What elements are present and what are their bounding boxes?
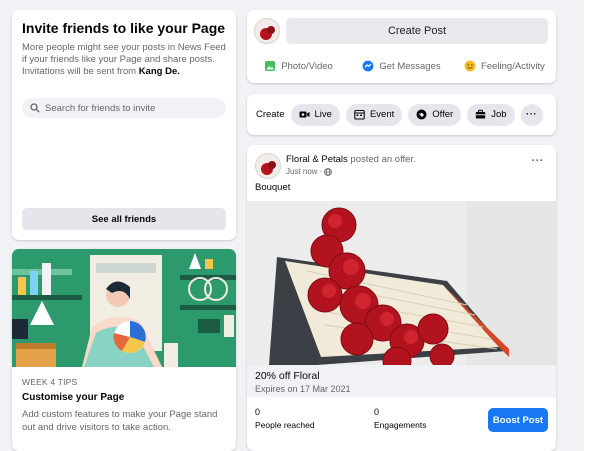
calendar-icon (354, 109, 365, 120)
event-label: Event (369, 109, 395, 120)
invite-description: More people might see your posts in News… (22, 42, 226, 77)
search-icon (30, 103, 40, 113)
create-label: Create (256, 109, 285, 120)
create-bar: Create Live Event Offer Job ··· (247, 94, 556, 135)
live-video-icon (299, 109, 310, 120)
create-post-button[interactable]: Create Post (286, 18, 548, 44)
post-header: Floral & Petals posted an offer. (286, 154, 416, 165)
globe-icon (324, 167, 333, 176)
photo-video-button[interactable]: Photo/Video (247, 52, 350, 80)
tips-description: Add custom features to make your Page st… (22, 409, 218, 433)
invite-friends-card: Invite friends to like your Page More pe… (12, 10, 236, 240)
post-photo[interactable] (247, 201, 556, 365)
tips-week-label: WEEK 4 TIPS (22, 377, 78, 387)
job-chip[interactable]: Job (467, 103, 515, 126)
invite-title: Invite friends to like your Page (22, 20, 226, 36)
post-action-text: posted an offer. (347, 154, 416, 165)
create-post-actions: Photo/Video Get Messages Feeling/Activit… (247, 52, 556, 80)
messenger-icon (362, 60, 374, 72)
offer-expiry: Expires on 17 Mar 2021 (255, 384, 351, 394)
job-label: Job (491, 109, 507, 120)
tips-title: Customise your Page (22, 392, 125, 403)
post-timestamp[interactable]: Just now · (286, 167, 322, 176)
boost-post-button[interactable]: Boost Post (488, 408, 548, 432)
offer-chip[interactable]: Offer (408, 103, 462, 126)
tips-illustration (12, 249, 236, 367)
search-placeholder: Search for friends to invite (45, 102, 156, 114)
post-caption: Bouquet (255, 182, 291, 193)
live-chip[interactable]: Live (290, 103, 340, 126)
offer-details[interactable]: 20% off Floral Expires on 17 Mar 2021 (247, 365, 556, 397)
tips-card: WEEK 4 TIPS Customise your Page Add cust… (12, 249, 236, 451)
briefcase-icon (475, 109, 486, 120)
create-post-card: Create Post Photo/Video Get Messages Fee… (247, 10, 556, 83)
offer-tag-icon (416, 109, 427, 120)
page-canvas: Invite friends to like your Page More pe… (0, 0, 584, 451)
post-meta: Just now · (286, 167, 333, 176)
offer-post-card: Floral & Petals posted an offer. Just no… (247, 145, 556, 451)
smiley-icon (464, 60, 476, 72)
get-messages-label: Get Messages (379, 60, 441, 72)
page-avatar[interactable] (254, 18, 280, 44)
post-page-name[interactable]: Floral & Petals (286, 154, 348, 165)
offer-title: 20% off Floral (255, 370, 320, 382)
live-label: Live (314, 109, 332, 120)
photo-video-label: Photo/Video (281, 60, 333, 72)
post-options-button[interactable]: ··· (532, 155, 545, 167)
feeling-activity-button[interactable]: Feeling/Activity (453, 52, 556, 80)
people-reached-count: 0 (255, 407, 261, 417)
event-chip[interactable]: Event (345, 103, 403, 126)
engagements-label: Engagements (374, 420, 427, 430)
friend-search-input[interactable]: Search for friends to invite (22, 98, 226, 118)
engagements-count: 0 (374, 407, 380, 417)
photo-icon (264, 60, 276, 72)
more-options-button[interactable]: ··· (520, 103, 543, 126)
offer-label: Offer (432, 109, 454, 120)
get-messages-button[interactable]: Get Messages (350, 52, 453, 80)
see-all-friends-button[interactable]: See all friends (22, 208, 226, 230)
people-reached-label: People reached (255, 420, 315, 430)
invite-sender: Kang De. (138, 66, 180, 77)
feeling-activity-label: Feeling/Activity (481, 60, 545, 72)
post-author-avatar[interactable] (255, 153, 281, 179)
